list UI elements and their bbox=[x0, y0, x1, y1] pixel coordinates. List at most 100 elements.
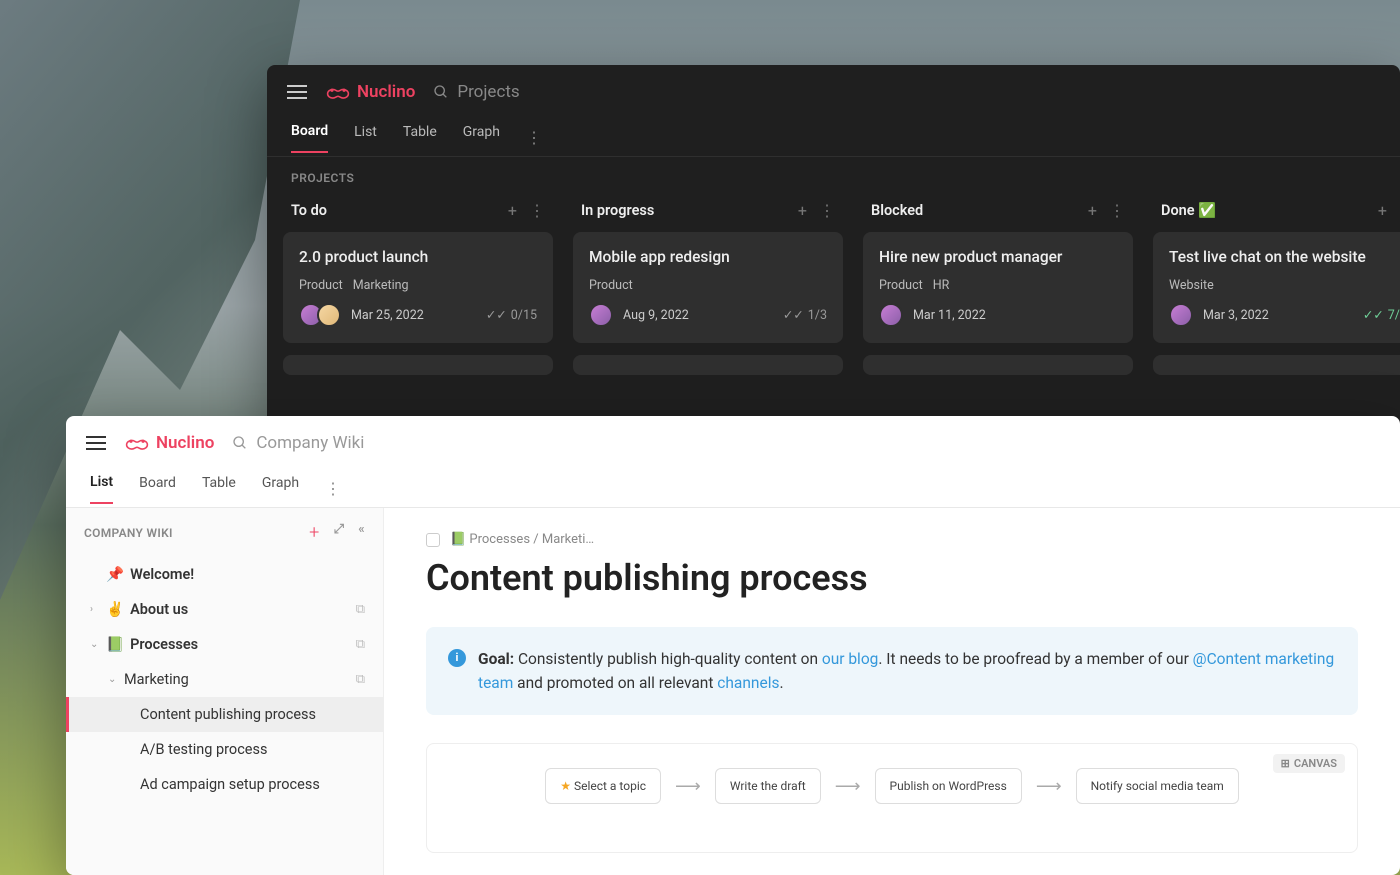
card-date: Mar 11, 2022 bbox=[913, 308, 986, 323]
tab-list[interactable]: List bbox=[90, 474, 113, 504]
column-title: To do bbox=[291, 202, 327, 219]
breadcrumb-text[interactable]: 📗 Processes / Marketi… bbox=[450, 532, 594, 547]
card-tags: ProductHR bbox=[879, 278, 1117, 293]
tree-emoji: 📌 bbox=[106, 566, 124, 583]
tab-table[interactable]: Table bbox=[202, 475, 236, 503]
tree-item[interactable]: 📌Welcome! bbox=[66, 557, 383, 592]
view-tabs-dark: Board List Table Graph ⋮ bbox=[267, 119, 1400, 157]
add-page-button[interactable]: + bbox=[309, 522, 319, 543]
flow-step[interactable]: ★Select a topic bbox=[545, 768, 661, 804]
tree-emoji: ✌️ bbox=[106, 601, 124, 618]
add-card-button[interactable]: + bbox=[1378, 201, 1387, 220]
chevron-icon[interactable]: ⌄ bbox=[90, 639, 100, 650]
more-icon[interactable]: ⋮ bbox=[325, 479, 341, 498]
tab-table[interactable]: Table bbox=[403, 124, 437, 152]
card-title: Mobile app redesign bbox=[589, 248, 827, 266]
search-light[interactable]: Company Wiki bbox=[232, 433, 364, 453]
tree-label: Ad campaign setup process bbox=[140, 776, 365, 793]
tab-board[interactable]: Board bbox=[139, 475, 176, 503]
board-card[interactable]: Test live chat on the website Website Ma… bbox=[1153, 232, 1400, 343]
avatar bbox=[1169, 303, 1193, 327]
info-icon: i bbox=[448, 649, 466, 667]
logo-text: Nuclino bbox=[156, 433, 214, 453]
link-blog[interactable]: our blog bbox=[822, 650, 879, 668]
card-tags: Product bbox=[589, 278, 827, 293]
tree-item[interactable]: ⌄Marketing⧉ bbox=[66, 662, 383, 697]
card-tags: ProductMarketing bbox=[299, 278, 537, 293]
tree-label: Content publishing process bbox=[140, 706, 365, 723]
page-title: Content publishing process bbox=[426, 557, 1358, 599]
progress-count: ✓✓ 1/3 bbox=[783, 307, 827, 323]
chevron-icon[interactable]: ⌄ bbox=[108, 674, 118, 685]
titlebar-dark: Nuclino Projects bbox=[267, 65, 1400, 119]
board-column: Blocked+⋮Hire new product manager Produc… bbox=[863, 193, 1133, 375]
canvas-block[interactable]: ⊞ CANVAS ★Select a topic ⟶ Write the draft… bbox=[426, 743, 1358, 853]
card-title: Hire new product manager bbox=[879, 248, 1117, 266]
arrow-icon: ⟶ bbox=[1036, 776, 1062, 797]
tab-list[interactable]: List bbox=[354, 124, 377, 152]
board-card[interactable]: Hire new product manager ProductHR Mar 1… bbox=[863, 232, 1133, 343]
add-card-button[interactable]: + bbox=[1088, 201, 1097, 220]
wiki-window: Nuclino Company Wiki List Board Table Gr… bbox=[66, 416, 1400, 875]
board-columns: To do + ⋮ 2.0 product launch ProductMarketi… bbox=[267, 193, 1400, 375]
search-icon bbox=[433, 84, 449, 100]
board-column: To do + ⋮ 2.0 product launch ProductMarketi… bbox=[283, 193, 553, 375]
board-column: Done ✅+⋮Test live chat on the website We… bbox=[1153, 193, 1400, 375]
card-placeholder bbox=[863, 355, 1133, 375]
main-content: 📗 Processes / Marketi… Content publishin… bbox=[384, 508, 1400, 875]
board-card[interactable]: 2.0 product launch ProductMarketing Mar … bbox=[283, 232, 553, 343]
view-tabs-light: List Board Table Graph ⋮ bbox=[66, 470, 1400, 508]
duplicate-icon[interactable]: ⧉ bbox=[356, 602, 365, 617]
column-menu-icon[interactable]: ⋮ bbox=[1109, 201, 1125, 220]
search-text: Company Wiki bbox=[256, 433, 364, 453]
callout-body: Goal: Consistently publish high-quality … bbox=[478, 647, 1336, 695]
column-menu-icon[interactable]: ⋮ bbox=[819, 201, 835, 220]
arrow-icon: ⟶ bbox=[675, 776, 701, 797]
card-placeholder bbox=[283, 355, 553, 375]
board-card[interactable]: Mobile app redesign Product Aug 9, 2022✓… bbox=[573, 232, 843, 343]
page-checkbox[interactable] bbox=[426, 533, 440, 547]
flow-step[interactable]: Notify social media team bbox=[1076, 768, 1239, 804]
nuclino-logo[interactable]: Nuclino bbox=[325, 82, 415, 102]
card-placeholder bbox=[1153, 355, 1400, 375]
column-menu-icon[interactable]: ⋮ bbox=[529, 201, 545, 220]
tree-item[interactable]: Ad campaign setup process bbox=[66, 767, 383, 802]
search-dark[interactable]: Projects bbox=[433, 82, 519, 102]
duplicate-icon[interactable]: ⧉ bbox=[356, 637, 365, 652]
tab-board[interactable]: Board bbox=[291, 123, 328, 153]
arrow-icon: ⟶ bbox=[835, 776, 861, 797]
board-column: In progress+⋮Mobile app redesign Product… bbox=[573, 193, 843, 375]
tree-item[interactable]: ⌄📗Processes⧉ bbox=[66, 627, 383, 662]
sidebar: COMPANY WIKI + ⤢ « 📌Welcome! › ✌️ About us ⧉… bbox=[66, 508, 384, 875]
canvas-badge: ⊞ CANVAS bbox=[1273, 754, 1345, 773]
tab-graph[interactable]: Graph bbox=[463, 124, 500, 152]
tree-label: Processes bbox=[130, 636, 350, 653]
flow-diagram: ★Select a topic ⟶ Write the draft ⟶ Publish … bbox=[445, 768, 1339, 804]
tree-label: About us bbox=[130, 601, 350, 618]
hamburger-icon[interactable] bbox=[287, 85, 307, 99]
collapse-icon[interactable]: « bbox=[358, 522, 365, 543]
breadcrumb: 📗 Processes / Marketi… bbox=[426, 532, 1358, 547]
chevron-icon[interactable]: › bbox=[90, 604, 100, 615]
expand-icon[interactable]: ⤢ bbox=[334, 522, 345, 543]
progress-count: ✓✓ 7/7 bbox=[1363, 307, 1400, 323]
tab-graph[interactable]: Graph bbox=[262, 475, 299, 503]
link-channels[interactable]: channels bbox=[717, 674, 779, 692]
add-card-button[interactable]: + bbox=[798, 201, 807, 220]
more-icon[interactable]: ⋮ bbox=[526, 128, 542, 147]
tree-item[interactable]: › ✌️ About us ⧉ bbox=[66, 592, 383, 627]
add-card-button[interactable]: + bbox=[508, 201, 517, 220]
duplicate-icon[interactable]: ⧉ bbox=[356, 672, 365, 687]
flow-step[interactable]: Publish on WordPress bbox=[875, 768, 1022, 804]
titlebar-light: Nuclino Company Wiki bbox=[66, 416, 1400, 470]
flow-step[interactable]: Write the draft bbox=[715, 768, 821, 804]
nuclino-logo[interactable]: Nuclino bbox=[124, 433, 214, 453]
section-label: PROJECTS bbox=[267, 157, 1400, 193]
logo-text: Nuclino bbox=[357, 82, 415, 102]
tree-item[interactable]: Content publishing process bbox=[66, 697, 383, 732]
hamburger-icon[interactable] bbox=[86, 436, 106, 450]
tree-item[interactable]: A/B testing process bbox=[66, 732, 383, 767]
sidebar-label: COMPANY WIKI bbox=[84, 526, 173, 540]
goal-callout: i Goal: Consistently publish high-qualit… bbox=[426, 627, 1358, 715]
projects-window: Nuclino Projects Board List Table Graph … bbox=[267, 65, 1400, 435]
